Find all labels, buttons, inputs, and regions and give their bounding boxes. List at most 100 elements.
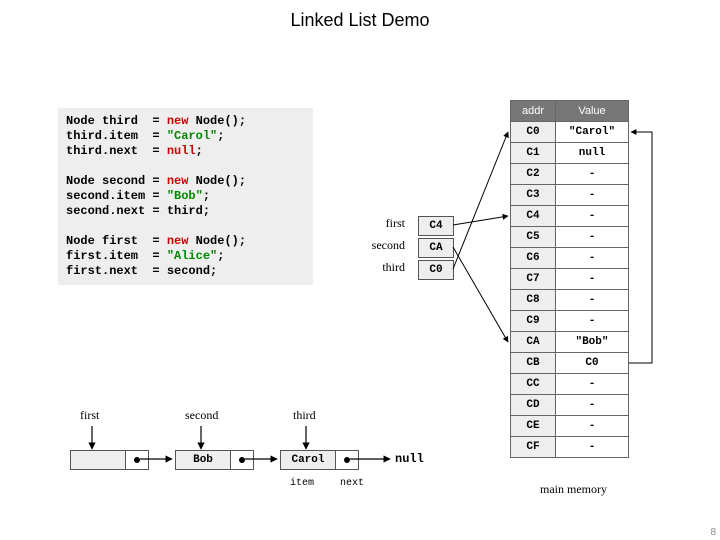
memory-addr: C9 [511, 311, 556, 332]
dia-label-third: third [293, 408, 316, 423]
memory-row: C3- [511, 185, 629, 206]
ptr-label-second: second [355, 238, 405, 253]
memory-value: - [556, 164, 629, 185]
memory-addr: CC [511, 374, 556, 395]
memory-row: C0"Carol" [511, 122, 629, 143]
memory-addr: C4 [511, 206, 556, 227]
code-token: third; [167, 204, 210, 218]
memory-value: C0 [556, 353, 629, 374]
node-next [231, 451, 253, 469]
memory-value: "Carol" [556, 122, 629, 143]
list-node-third: Carol [280, 450, 359, 470]
code-token: ; [217, 129, 224, 143]
memory-row: C5- [511, 227, 629, 248]
node-next [126, 451, 148, 469]
memory-caption: main memory [540, 482, 607, 497]
code-token: "Bob" [167, 189, 203, 203]
node-item: Carol [281, 451, 336, 469]
pointer-dot-icon [134, 457, 140, 463]
memory-row: C9- [511, 311, 629, 332]
ptr-box-second: CA [418, 238, 454, 258]
memory-row: C8- [511, 290, 629, 311]
memory-value: - [556, 311, 629, 332]
code-token: Node [196, 114, 225, 128]
code-token: (); [224, 234, 246, 248]
code-token: ; [196, 144, 203, 158]
list-node-first [70, 450, 149, 470]
next-caption: next [340, 478, 364, 489]
code-token: (); [224, 174, 246, 188]
memory-value: null [556, 143, 629, 164]
code-token: Node [196, 234, 225, 248]
memory-value: "Bob" [556, 332, 629, 353]
null-label: null [395, 452, 424, 466]
node-item: Bob [176, 451, 231, 469]
memory-value: - [556, 206, 629, 227]
code-token: first.item [66, 249, 152, 263]
arrow-icon [453, 132, 508, 269]
memory-addr: C8 [511, 290, 556, 311]
pointer-dot-icon [239, 457, 245, 463]
arrow-icon [629, 132, 652, 363]
memory-value: - [556, 248, 629, 269]
code-token: ; [203, 189, 210, 203]
code-token: second.item [66, 189, 152, 203]
memory-addr: C5 [511, 227, 556, 248]
memory-row: CF- [511, 437, 629, 458]
code-token: third.item [66, 129, 152, 143]
code-token: "Alice" [167, 249, 217, 263]
ptr-label-first: first [355, 216, 405, 231]
memory-addr: CE [511, 416, 556, 437]
ptr-box-third: C0 [418, 260, 454, 280]
code-token: ; [217, 249, 224, 263]
memory-addr: CB [511, 353, 556, 374]
memory-header-addr: addr [511, 101, 556, 122]
code-token: second; [167, 264, 217, 278]
memory-value: - [556, 416, 629, 437]
memory-table: addr Value C0"Carol"C1nullC2-C3-C4-C5-C6… [510, 100, 629, 458]
memory-header-value: Value [556, 101, 629, 122]
code-token: new [160, 114, 196, 128]
memory-addr: C2 [511, 164, 556, 185]
code-token: "Carol" [167, 129, 217, 143]
code-token: new [160, 174, 196, 188]
code-token: Node first [66, 234, 152, 248]
memory-addr: CD [511, 395, 556, 416]
memory-row: CC- [511, 374, 629, 395]
pointer-dot-icon [344, 457, 350, 463]
memory-value: - [556, 290, 629, 311]
memory-value: - [556, 185, 629, 206]
memory-addr: C7 [511, 269, 556, 290]
ptr-box-first: C4 [418, 216, 454, 236]
memory-value: - [556, 437, 629, 458]
code-token: first.next [66, 264, 152, 278]
memory-addr: C0 [511, 122, 556, 143]
code-token: Node third [66, 114, 152, 128]
code-block: Node third = new Node(); third.item = "C… [58, 108, 313, 285]
code-token: (); [224, 114, 246, 128]
memory-row: C7- [511, 269, 629, 290]
page-title: Linked List Demo [0, 10, 720, 31]
memory-row: C6- [511, 248, 629, 269]
code-token: Node [196, 174, 225, 188]
memory-value: - [556, 269, 629, 290]
list-node-second: Bob [175, 450, 254, 470]
memory-row: C1null [511, 143, 629, 164]
dia-label-first: first [80, 408, 99, 423]
item-caption: item [290, 478, 314, 489]
node-next [336, 451, 358, 469]
ptr-label-third: third [355, 260, 405, 275]
memory-addr: C1 [511, 143, 556, 164]
code-token: Node second [66, 174, 152, 188]
code-token: third.next [66, 144, 152, 158]
dia-label-second: second [185, 408, 218, 423]
memory-row: CBC0 [511, 353, 629, 374]
node-item [71, 451, 126, 469]
code-token: second.next [66, 204, 152, 218]
page-number: 8 [710, 527, 716, 538]
memory-addr: C3 [511, 185, 556, 206]
memory-value: - [556, 395, 629, 416]
memory-value: - [556, 227, 629, 248]
memory-addr: CF [511, 437, 556, 458]
memory-row: CA"Bob" [511, 332, 629, 353]
